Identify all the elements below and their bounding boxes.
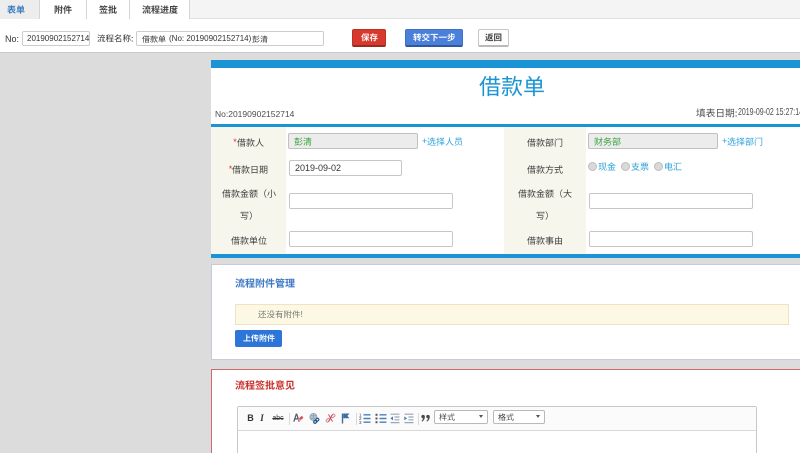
svg-text:3: 3 (359, 419, 362, 423)
